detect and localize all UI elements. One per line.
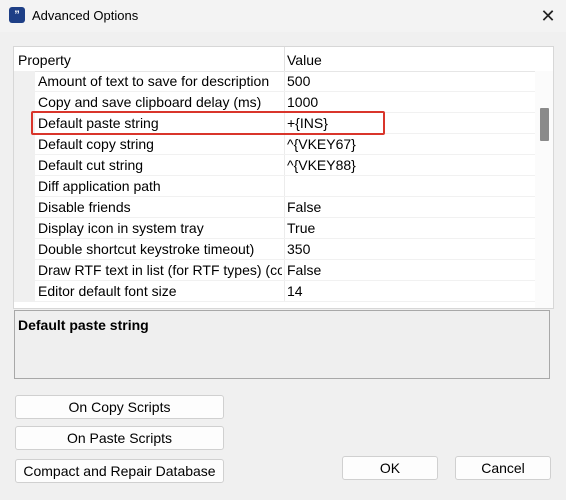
title-bar: ” Advanced Options ✕ [0, 0, 566, 32]
property-value[interactable]: ^{VKEY88} [287, 157, 356, 173]
selected-row-highlight [31, 111, 385, 135]
compact-repair-database-button[interactable]: Compact and Repair Database [15, 459, 224, 483]
property-name: Amount of text to save for description [38, 73, 270, 89]
property-value[interactable]: 14 [287, 283, 303, 299]
ok-button[interactable]: OK [342, 456, 438, 480]
property-name: Default copy string [38, 136, 154, 152]
scrollbar-thumb[interactable] [540, 108, 549, 141]
on-paste-scripts-button[interactable]: On Paste Scripts [15, 426, 224, 450]
property-value[interactable]: ^{VKEY67} [287, 136, 356, 152]
grid-row[interactable]: Default cut string ^{VKEY88} [14, 155, 535, 176]
app-icon: ” [9, 7, 25, 23]
value-column-header[interactable]: Value [287, 52, 322, 68]
on-copy-scripts-button[interactable]: On Copy Scripts [15, 395, 224, 419]
property-name: Display icon in system tray [38, 220, 204, 236]
property-name: Double shortcut keystroke timeout) [38, 241, 255, 257]
grid-header: Property Value [14, 47, 553, 72]
grid-row[interactable]: Diff application path [14, 176, 535, 197]
property-value[interactable]: 500 [287, 73, 310, 89]
property-name: Editor default font size [38, 283, 177, 299]
property-name: Copy and save clipboard delay (ms) [38, 94, 262, 110]
property-grid[interactable]: Property Value Amount of text to save fo… [13, 46, 554, 309]
grid-row[interactable]: Display icon in system tray True [14, 218, 535, 239]
property-name: Disable friends [38, 199, 131, 215]
grid-row[interactable]: Editor default font size 14 [14, 281, 535, 302]
property-value[interactable]: False [287, 262, 321, 278]
description-panel: Default paste string [14, 310, 550, 379]
grid-row[interactable]: Double shortcut keystroke timeout) 350 [14, 239, 535, 260]
cancel-button[interactable]: Cancel [455, 456, 551, 480]
grid-row[interactable]: Default copy string ^{VKEY67} [14, 134, 535, 155]
grid-row[interactable]: Disable friends False [14, 197, 535, 218]
property-value[interactable]: True [287, 220, 315, 236]
column-divider[interactable] [284, 47, 285, 71]
description-title: Default paste string [18, 317, 149, 333]
property-value[interactable]: False [287, 199, 321, 215]
property-name: Diff application path [38, 178, 161, 194]
property-column-header[interactable]: Property [18, 52, 71, 68]
grid-row[interactable]: Draw RTF text in list (for RTF types) (c… [14, 260, 535, 281]
property-value[interactable]: 1000 [287, 94, 318, 110]
property-name: Default cut string [38, 157, 144, 173]
grid-row[interactable]: Copy and save clipboard delay (ms) 1000 [14, 92, 535, 113]
property-value[interactable]: 350 [287, 241, 310, 257]
vertical-scrollbar[interactable] [535, 71, 553, 308]
property-name: Draw RTF text in list (for RTF types) (c… [38, 262, 282, 278]
window-title: Advanced Options [32, 8, 139, 23]
close-icon[interactable]: ✕ [536, 4, 560, 28]
grid-row[interactable]: Amount of text to save for description 50… [14, 71, 535, 92]
